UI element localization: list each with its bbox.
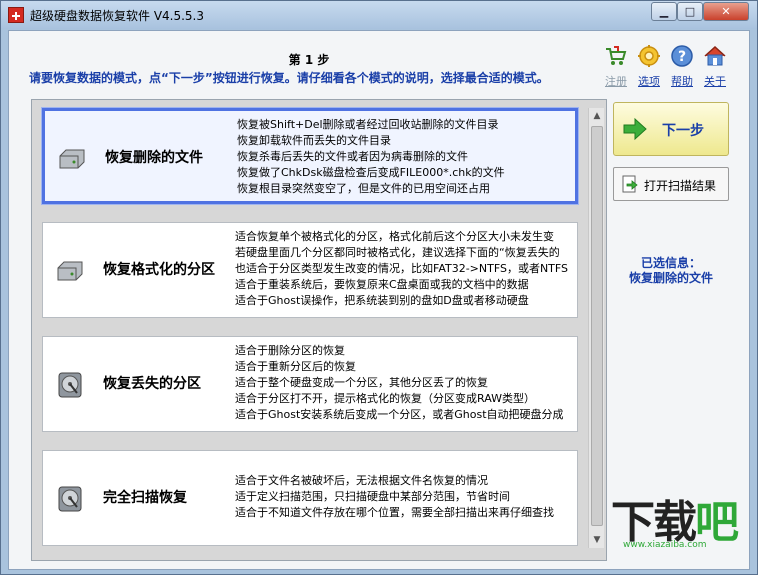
drive-icon [59,149,85,169]
house-icon [704,45,726,66]
gear-icon [638,45,660,67]
mode-description: 适合于文件名被破坏后，无法根据文件名恢复的情况 适于定义扫描范围，只扫描硬盘中某… [235,474,554,519]
mode-description: 适合恢复单个被格式化的分区，格式化前后这个分区大小未发生变 若硬盘里面几个分区都… [235,230,569,307]
open-scan-result-button[interactable]: 打开扫描结果 [613,167,729,201]
mode-title: 恢复丢失的分区 [103,376,201,392]
mode-title: 恢复删除的文件 [105,150,203,166]
maximize-button[interactable]: □ [677,2,703,21]
help-label: 帮助 [671,75,693,88]
toolbar-register[interactable]: 注册 [598,44,634,89]
app-window: 超级硬盘数据恢复软件 V4.5.5.3 ▁ □ ✕ 第 1 步 请要恢复数据的模… [0,0,758,575]
selected-info-value: 恢复删除的文件 [628,271,713,285]
mode-title: 恢复格式化的分区 [103,262,215,278]
register-label: 注册 [605,75,627,88]
drive-icon [57,261,83,281]
scroll-up-icon[interactable]: ▲ [589,108,605,124]
mode-list[interactable]: 恢复删除的文件 恢复被Shift+Del删除或者经过回收站删除的文件目录 恢复卸… [31,99,607,561]
mode-card-recover-deleted[interactable]: 恢复删除的文件 恢复被Shift+Del删除或者经过回收站删除的文件目录 恢复卸… [42,108,578,204]
open-scan-result-label: 打开扫描结果 [644,179,717,193]
about-label: 关于 [704,75,726,88]
toolbar-about[interactable]: 关于 [697,44,733,89]
instruction-text: 请要恢复数据的模式，点“下一步”按钮进行恢复。请仔细看各个模式的说明，选择最合适… [29,71,549,85]
toolbar-help[interactable]: ? 帮助 [664,44,700,89]
mode-description: 适合于删除分区的恢复 适合于重新分区后的恢复 适合于整个硬盘变成一个分区，其他分… [235,344,564,421]
watermark-logo: 下载吧 www.xiazaiba.com [611,486,751,566]
open-file-icon [622,175,638,193]
scroll-thumb[interactable] [591,126,603,526]
mode-description: 恢复被Shift+Del删除或者经过回收站删除的文件目录 恢复卸载软件而丢失的文… [237,118,505,195]
mode-card-recover-formatted[interactable]: 恢复格式化的分区 适合恢复单个被格式化的分区，格式化前后这个分区大小未发生变 若… [42,222,578,318]
step-title: 第 1 步 [288,53,330,67]
options-label: 选项 [638,75,660,88]
minimize-button[interactable]: ▁ [651,2,677,21]
title-bar[interactable]: 超级硬盘数据恢复软件 V4.5.5.3 ▁ □ ✕ [1,1,757,29]
app-logo-icon [8,7,24,23]
watermark-url: www.xiazaiba.com [623,540,707,550]
arrow-right-icon [623,117,647,141]
disk-icon [58,486,82,512]
help-icon: ? [671,45,693,67]
scroll-down-icon[interactable]: ▼ [589,532,605,548]
window-title: 超级硬盘数据恢复软件 V4.5.5.3 [30,9,205,23]
mode-list-scrollbar[interactable]: ▲ ▼ [588,108,604,548]
next-step-label: 下一步 [662,123,704,139]
cart-icon [606,46,627,65]
next-step-button[interactable]: 下一步 [613,102,729,156]
mode-card-recover-lost-partition[interactable]: 恢复丢失的分区 适合于删除分区的恢复 适合于重新分区后的恢复 适合于整个硬盘变成… [42,336,578,432]
mode-title: 完全扫描恢复 [103,490,187,506]
svg-text:?: ? [678,49,686,65]
close-button[interactable]: ✕ [703,2,749,21]
mode-card-full-scan[interactable]: 完全扫描恢复 适合于文件名被破坏后，无法根据文件名恢复的情况 适于定义扫描范围，… [42,450,578,546]
disk-icon [58,372,82,398]
toolbar-options[interactable]: 选项 [631,44,667,89]
